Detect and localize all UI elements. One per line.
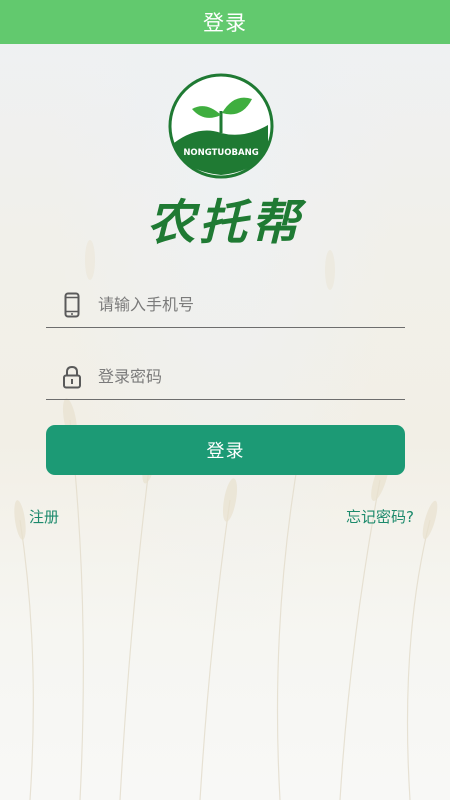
top-bar: 登录 bbox=[0, 0, 450, 44]
lock-icon bbox=[46, 365, 98, 389]
app-logo: NONGTUOBANG bbox=[168, 73, 274, 179]
page-title: 登录 bbox=[203, 11, 247, 35]
password-input[interactable] bbox=[98, 367, 388, 386]
forgot-password-link[interactable]: 忘记密码? bbox=[346, 506, 414, 527]
phone-field[interactable] bbox=[46, 282, 405, 328]
brand-name: 农托帮 bbox=[146, 195, 303, 251]
sprout-logo-icon: NONGTUOBANG bbox=[168, 73, 274, 179]
phone-icon bbox=[46, 292, 98, 318]
logo-badge-text: NONGTUOBANG bbox=[183, 148, 258, 158]
phone-input[interactable] bbox=[98, 295, 388, 314]
password-field[interactable] bbox=[46, 354, 405, 400]
login-button[interactable]: 登录 bbox=[46, 425, 405, 475]
register-link[interactable]: 注册 bbox=[29, 506, 59, 527]
